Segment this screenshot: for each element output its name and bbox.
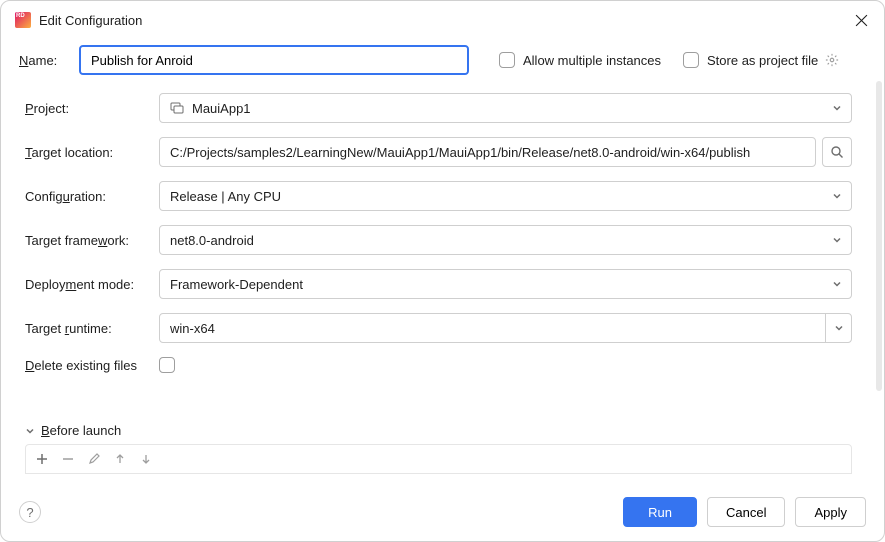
gear-icon[interactable]	[824, 52, 840, 68]
remove-icon[interactable]	[60, 451, 76, 467]
run-button[interactable]: Run	[623, 497, 697, 527]
project-label: Project:	[25, 101, 159, 116]
edit-icon[interactable]	[86, 451, 102, 467]
chevron-down-icon	[25, 426, 35, 436]
help-button[interactable]: ?	[19, 501, 41, 523]
project-dropdown[interactable]: MauiApp1	[159, 93, 852, 123]
target-framework-dropdown[interactable]: net8.0-android	[159, 225, 852, 255]
target-location-row: Target location: C:/Projects/samples2/Le…	[25, 137, 852, 167]
delete-existing-label: Delete existing files	[25, 358, 159, 373]
chevron-down-icon	[831, 102, 843, 114]
rider-app-icon	[15, 12, 31, 28]
name-label: Name:	[19, 53, 79, 68]
store-as-project-group[interactable]: Store as project file	[683, 52, 840, 68]
target-framework-label: Target framework:	[25, 233, 159, 248]
configuration-row: Configuration: Release | Any CPU	[25, 181, 852, 211]
store-as-project-checkbox[interactable]	[683, 52, 699, 68]
titlebar: Edit Configuration	[1, 1, 884, 35]
chevron-down-icon	[833, 322, 845, 334]
project-row: Project: MauiApp1	[25, 93, 852, 123]
delete-existing-row: Delete existing files	[25, 357, 852, 373]
close-icon[interactable]	[852, 11, 870, 29]
name-row: Name: Allow multiple instances Store as …	[19, 45, 866, 75]
target-location-field[interactable]: C:/Projects/samples2/LearningNew/MauiApp…	[159, 137, 816, 167]
deployment-mode-label: Deployment mode:	[25, 277, 159, 292]
project-value: MauiApp1	[192, 101, 831, 116]
dialog-title: Edit Configuration	[39, 13, 852, 28]
edit-configuration-dialog: Edit Configuration Name: Allow multiple …	[0, 0, 885, 542]
target-runtime-value: win-x64	[170, 321, 825, 336]
scrollbar[interactable]	[876, 81, 882, 391]
deployment-mode-row: Deployment mode: Framework-Dependent	[25, 269, 852, 299]
target-location-value: C:/Projects/samples2/LearningNew/MauiApp…	[170, 145, 809, 160]
browse-button[interactable]	[822, 137, 852, 167]
chevron-down-icon	[831, 190, 843, 202]
configuration-dropdown[interactable]: Release | Any CPU	[159, 181, 852, 211]
chevron-down-icon	[831, 234, 843, 246]
target-runtime-label: Target runtime:	[25, 321, 159, 336]
before-launch-label: Before launch	[41, 423, 121, 438]
before-launch-header[interactable]: Before launch	[25, 423, 852, 438]
allow-multiple-checkbox[interactable]	[499, 52, 515, 68]
target-location-label: Target location:	[25, 145, 159, 160]
move-down-icon[interactable]	[138, 451, 154, 467]
target-framework-value: net8.0-android	[170, 233, 831, 248]
target-runtime-dropdown-toggle[interactable]	[825, 314, 851, 342]
deployment-mode-dropdown[interactable]: Framework-Dependent	[159, 269, 852, 299]
cancel-button[interactable]: Cancel	[707, 497, 785, 527]
configuration-value: Release | Any CPU	[170, 189, 831, 204]
dialog-footer: ? Run Cancel Apply	[1, 485, 884, 541]
add-icon[interactable]	[34, 451, 50, 467]
allow-multiple-label: Allow multiple instances	[523, 53, 661, 68]
before-launch-toolbar	[25, 444, 852, 474]
apply-button[interactable]: Apply	[795, 497, 866, 527]
deployment-mode-value: Framework-Dependent	[170, 277, 831, 292]
move-up-icon[interactable]	[112, 451, 128, 467]
delete-existing-checkbox[interactable]	[159, 357, 175, 373]
target-runtime-row: Target runtime: win-x64	[25, 313, 852, 343]
allow-multiple-group[interactable]: Allow multiple instances	[499, 52, 661, 68]
target-framework-row: Target framework: net8.0-android	[25, 225, 852, 255]
csproject-icon	[170, 101, 184, 115]
store-as-project-label: Store as project file	[707, 53, 818, 68]
chevron-down-icon	[831, 278, 843, 290]
target-runtime-field[interactable]: win-x64	[159, 313, 852, 343]
name-input[interactable]	[79, 45, 469, 75]
configuration-label: Configuration:	[25, 189, 159, 204]
